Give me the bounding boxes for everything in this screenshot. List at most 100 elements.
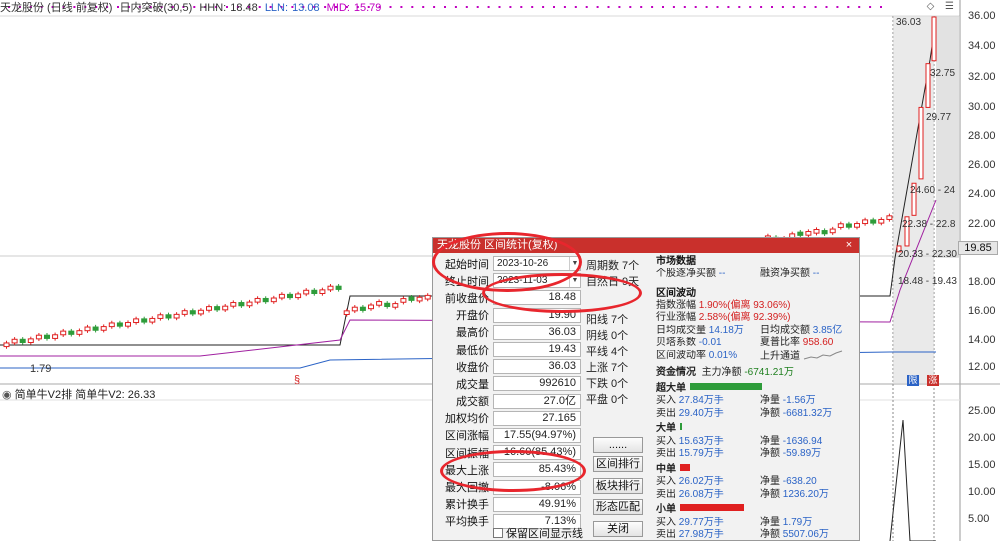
index-deviation: (偏离 93.06%) xyxy=(727,299,791,311)
close-icon[interactable]: × xyxy=(843,238,855,251)
buy-value: 26.02万手 xyxy=(678,476,724,487)
candle-body xyxy=(359,306,366,311)
interval-rank-button[interactable]: 区间排行 xyxy=(593,456,643,472)
candle-body xyxy=(295,293,302,299)
candle-body xyxy=(287,293,293,299)
candle-body xyxy=(392,303,399,308)
main-net-label: 主力净额 xyxy=(701,367,742,378)
sell-label: 卖出 xyxy=(656,407,676,419)
candle-body xyxy=(133,318,140,324)
range-row: 区间波动率 0.01% 上升通道 xyxy=(656,350,856,363)
stat-label: 最低价 xyxy=(456,344,489,357)
volatility-label: 区间波动率 xyxy=(656,349,706,361)
candle-body xyxy=(416,296,423,302)
close-button[interactable]: 关闭 xyxy=(593,521,643,537)
net-volume-label: 净量 xyxy=(760,435,780,447)
sub-axis-label: 5.00 xyxy=(968,513,990,525)
limit-badge: 限 xyxy=(907,375,919,386)
net-volume-label: 净量 xyxy=(760,516,780,528)
group-buy-row: 买入 29.77万手 净量 1.79万 xyxy=(656,517,856,530)
candle-body xyxy=(424,294,431,300)
capital-section-title: 资金情况 xyxy=(656,367,696,378)
mark-label-1: 32.75 xyxy=(930,68,956,79)
sell-value: 15.79万手 xyxy=(678,448,724,459)
candle-body xyxy=(813,229,820,234)
sell-value: 29.40万手 xyxy=(678,407,724,419)
industry-change-label: 行业涨幅 xyxy=(656,312,696,323)
buy-label: 买入 xyxy=(656,476,676,487)
more-button[interactable]: ...... xyxy=(593,437,643,453)
sell-label: 卖出 xyxy=(656,448,676,459)
sub-indicator-name[interactable]: 简单牛V2排 xyxy=(15,389,72,401)
candle-body xyxy=(27,338,34,343)
candle-body xyxy=(408,296,415,301)
axis-label: 26.00 xyxy=(968,159,996,171)
beta-label: 贝塔系数 xyxy=(656,337,696,348)
market-value: -- xyxy=(718,268,726,279)
indicator-name[interactable]: 日内突破(30,5) xyxy=(120,2,193,14)
candle-body xyxy=(376,301,383,306)
candle-body xyxy=(368,304,374,310)
axis-label: 24.00 xyxy=(968,188,996,200)
group-buy-row: 买入 27.84万手 净量 -1.56万 xyxy=(656,395,856,408)
group-buy-row: 买入 26.02万手 净量 -638.20 xyxy=(656,476,856,489)
legend-tools-icon[interactable]: ◇ ☰ xyxy=(927,1,958,12)
buy-value: 29.77万手 xyxy=(678,516,724,528)
sell-value: 26.08万手 xyxy=(678,488,724,500)
sub-indicator-value: 26.33 xyxy=(127,389,156,401)
stat-value: 36.03 xyxy=(493,359,581,375)
group-title: 超大单 xyxy=(656,382,856,396)
net-volume-label: 净量 xyxy=(760,476,780,487)
candle-body xyxy=(197,309,204,315)
annotation-oval-maxrise xyxy=(440,450,586,492)
group-title: 中单 xyxy=(656,463,856,477)
lln-label: LLN: xyxy=(264,2,289,14)
margin-label: 融资净买额 xyxy=(760,268,810,279)
mark-label-3: 24.60 - 24 xyxy=(910,185,956,196)
sell-label: 卖出 xyxy=(656,488,676,500)
group-name: 小单 xyxy=(656,504,676,515)
net-amount-value: 1236.20万 xyxy=(782,488,829,500)
stat-label: 开盘价 xyxy=(456,310,489,323)
candle-body xyxy=(246,301,253,307)
channel-label: 上升通道 xyxy=(760,350,800,362)
eye-icon[interactable]: ◉ xyxy=(2,389,12,401)
range-section-title: 区间波动 xyxy=(656,287,696,299)
stock-title[interactable]: 天龙股份 (日线 前复权) xyxy=(0,2,112,14)
candle-body xyxy=(181,310,188,315)
pattern-match-button[interactable]: 形态匹配 xyxy=(593,499,643,515)
keep-lines-checkbox[interactable] xyxy=(493,528,503,538)
axis-label: 12.00 xyxy=(968,361,996,373)
stat-value: 17.55(94.97%) xyxy=(493,427,581,443)
stat-label: 最高价 xyxy=(456,327,489,340)
stat-label: 收盘价 xyxy=(456,361,489,374)
candle-body xyxy=(400,298,407,303)
mark-label-4: 22.38 - 22.8 xyxy=(902,219,956,230)
sub-axis-label: 15.00 xyxy=(968,459,996,471)
stat-value: 27.165 xyxy=(493,410,581,426)
keep-lines-label: 保留区间显示线 xyxy=(506,528,583,540)
board-rank-button[interactable]: 板块排行 xyxy=(593,478,643,494)
group-sell-row: 卖出 26.08万手 净额 1236.20万 xyxy=(656,489,856,502)
industry-change-value: 2.58% xyxy=(698,312,728,323)
candle-body xyxy=(11,338,18,344)
keep-lines-row[interactable]: 保留区间显示线 xyxy=(493,525,583,541)
group-buy-row: 买入 15.63万手 净量 -1636.94 xyxy=(656,436,856,449)
candle-body xyxy=(157,314,164,319)
candle-body xyxy=(254,297,261,303)
candle-body xyxy=(60,330,67,336)
net-amount-label: 净额 xyxy=(760,488,780,500)
buy-label: 买入 xyxy=(656,395,676,406)
low-price-label: 1.79 xyxy=(30,363,52,375)
group-sell-row: 卖出 29.40万手 净额 -6681.32万 xyxy=(656,408,856,421)
flat-line-count: 平线 4个 xyxy=(586,346,629,358)
candle-body xyxy=(845,223,852,228)
hhn-value: 18.48 xyxy=(230,2,258,14)
capital-group: 超大单 买入 27.84万手 净量 -1.56万 卖出 29.40万手 净额 -6681… xyxy=(656,382,856,421)
stat-label: 成交额 xyxy=(456,396,489,409)
candle-body xyxy=(303,289,310,295)
market-row: 个股逐净买额 -- 融资净买额 -- xyxy=(656,268,856,281)
buy-label: 买入 xyxy=(656,516,676,528)
hhn-label: HHN: xyxy=(199,2,227,14)
group-sell-row: 卖出 15.79万手 净额 -59.89万 xyxy=(656,448,856,461)
